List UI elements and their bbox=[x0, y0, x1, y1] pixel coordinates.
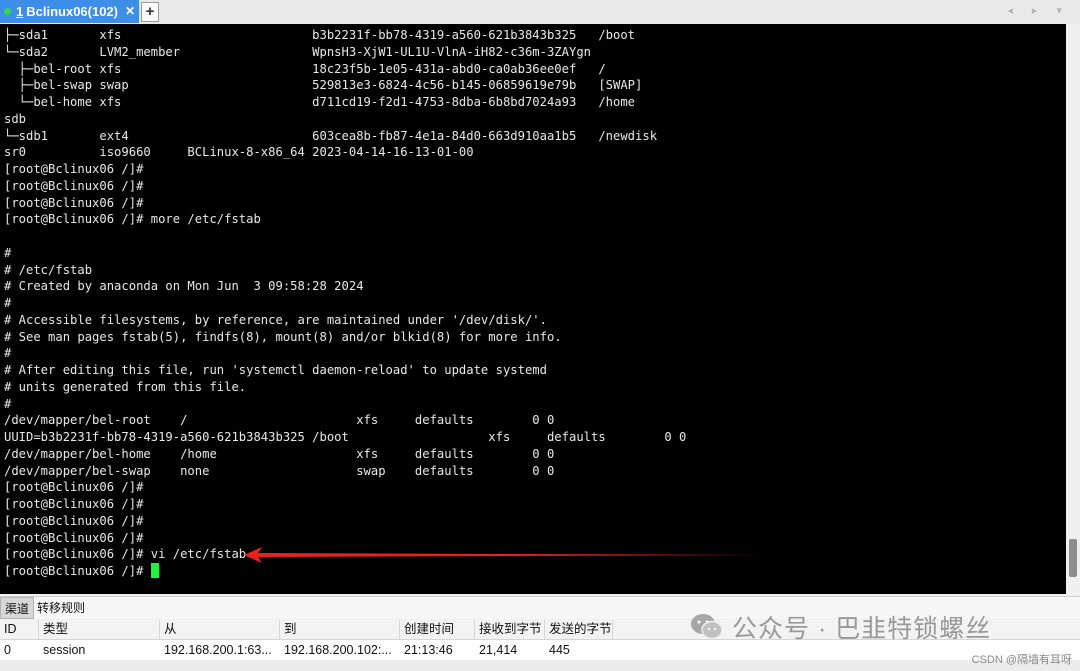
watermark: 公众号 · 巴韭特锁螺丝 bbox=[690, 612, 991, 646]
column-header-to[interactable]: 到 bbox=[280, 620, 400, 639]
terminal-line: [root@Bclinux06 /]# bbox=[4, 563, 159, 580]
terminal-scrollbar[interactable] bbox=[1066, 24, 1080, 594]
column-header-bytes-received[interactable]: 接收到字节 bbox=[475, 620, 545, 639]
terminal-line: ├─bel-root xfs 18c23f5b-1e05-431a-abd0-c… bbox=[4, 61, 606, 76]
cell-created: 21:13:46 bbox=[404, 643, 453, 657]
cell-from: 192.168.200.1:63... bbox=[164, 643, 272, 657]
scrollbar-thumb[interactable] bbox=[1069, 539, 1077, 577]
red-arrow-annotation bbox=[244, 547, 760, 563]
column-header-created[interactable]: 创建时间 bbox=[400, 620, 475, 639]
status-bar bbox=[0, 660, 1080, 671]
terminal-output[interactable]: ├─sda1 xfs b3b2231f-bb78-4319-a560-621b3… bbox=[0, 24, 1066, 594]
terminal-line: # After editing this file, run 'systemct… bbox=[4, 363, 547, 377]
close-tab-icon[interactable]: ✕ bbox=[124, 5, 136, 17]
terminal-line: /dev/mapper/bel-swap none swap defaults … bbox=[4, 463, 555, 478]
terminal-line: ├─bel-swap swap 529813e3-6824-4c56-b145-… bbox=[4, 78, 643, 93]
cell-bytes-received: 21,414 bbox=[479, 643, 518, 657]
column-header-bytes-sent[interactable]: 发送的字节 bbox=[545, 620, 613, 639]
terminal-line: [root@Bclinux06 /]# more /etc/fstab bbox=[4, 212, 261, 227]
terminal-line: [root@Bclinux06 /]# bbox=[4, 162, 144, 176]
cell-bytes-sent: 445 bbox=[549, 643, 570, 657]
cell-id: 0 bbox=[4, 643, 11, 657]
session-tab[interactable]: 1 Bclinux06(102) ✕ bbox=[0, 0, 139, 23]
terminal-line: [root@Bclinux06 /]# bbox=[4, 178, 144, 193]
session-tab-bar: 1 Bclinux06(102) ✕ + ◂ ▸ ▾ bbox=[0, 0, 1080, 25]
terminal-line: └─bel-home xfs d711cd19-f2d1-4753-8dba-6… bbox=[4, 95, 636, 109]
session-tab-label: Bclinux06(102) bbox=[26, 4, 118, 19]
terminal-line: # bbox=[4, 396, 12, 411]
terminal-line: # See man pages fstab(5), findfs(8), mou… bbox=[4, 329, 562, 344]
terminal-line: [root@Bclinux06 /]# bbox=[4, 195, 144, 210]
terminal-line: [root@Bclinux06 /]# vi /etc/fstab bbox=[4, 547, 247, 562]
terminal-line: └─sdb1 ext4 603cea8b-fb87-4e1a-84d0-663d… bbox=[4, 128, 658, 143]
wechat-icon bbox=[690, 613, 724, 650]
terminal-line: # units generated from this file. bbox=[4, 379, 247, 394]
cell-to: 192.168.200.102:... bbox=[284, 643, 392, 657]
tab-channels[interactable]: 渠道 bbox=[0, 597, 35, 619]
terminal-line: sdb bbox=[4, 111, 27, 126]
connection-status-icon bbox=[4, 8, 11, 15]
terminal-line: └─sda2 LVM2_member WpnsH3-XjW1-UL1U-VlnA… bbox=[4, 44, 591, 59]
terminal-line: [root@Bclinux06 /]# bbox=[4, 497, 144, 511]
terminal-line: # /etc/fstab bbox=[4, 262, 93, 277]
credit-text: CSDN @隔墙有耳呀 bbox=[971, 654, 1072, 666]
column-header-id[interactable]: ID bbox=[0, 620, 39, 639]
terminal-line: [root@Bclinux06 /]# bbox=[4, 513, 144, 528]
terminal-line: # bbox=[4, 245, 12, 260]
watermark-text: 公众号 · 巴韭特锁螺丝 bbox=[732, 615, 992, 643]
tab-forwarding-rules[interactable]: 转移规则 bbox=[33, 597, 89, 619]
terminal-line: UUID=b3b2231f-bb78-4319-a560-621b3843b32… bbox=[4, 430, 687, 444]
terminal-line: ├─sda1 xfs b3b2231f-bb78-4319-a560-621b3… bbox=[4, 28, 636, 42]
column-header-type[interactable]: 类型 bbox=[39, 620, 160, 639]
session-tab-index: 1 bbox=[16, 4, 24, 19]
terminal-line: /dev/mapper/bel-root / xfs defaults 0 0 bbox=[4, 413, 555, 428]
terminal-line: sr0 iso9660 BCLinux-8-x86_64 2023-04-14-… bbox=[4, 145, 474, 160]
terminal-line: # bbox=[4, 296, 12, 310]
terminal-cursor bbox=[150, 563, 159, 578]
terminal-line: /dev/mapper/bel-home /home xfs defaults … bbox=[4, 446, 555, 461]
column-header-from[interactable]: 从 bbox=[160, 620, 280, 639]
terminal-line: [root@Bclinux06 /]# bbox=[4, 480, 144, 495]
terminal-line: [root@Bclinux06 /]# bbox=[4, 530, 144, 545]
tab-navigation-arrows[interactable]: ◂ ▸ ▾ bbox=[1007, 4, 1070, 17]
new-tab-button[interactable]: + bbox=[141, 2, 159, 22]
terminal-line: # Accessible filesystems, by reference, … bbox=[4, 312, 547, 327]
terminal-line: # bbox=[4, 346, 12, 361]
cell-type: session bbox=[43, 643, 86, 657]
terminal-line: # Created by anaconda on Mon Jun 3 09:58… bbox=[4, 279, 364, 294]
